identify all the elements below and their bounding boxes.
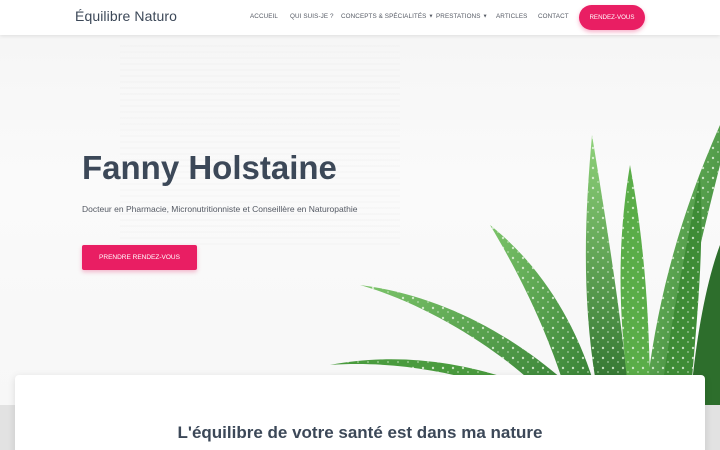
nav-item-qui-suis-je[interactable]: Qui suis-je ? <box>290 13 334 20</box>
hero-title: Fanny Holstaine <box>82 149 337 186</box>
caret-down-icon: ▼ <box>428 13 434 20</box>
prendre-rendez-vous-button[interactable]: Prendre rendez-vous <box>82 245 197 270</box>
nav-item-articles[interactable]: Articles <box>496 13 527 20</box>
nav-item-label: Accueil <box>250 13 278 20</box>
hero-section: Fanny Holstaine Docteur en Pharmacie, Mi… <box>0 35 720 405</box>
nav-item-concepts-specialites[interactable]: Concepts & Spécialités ▼ <box>341 13 434 20</box>
nav-item-label: Articles <box>496 13 528 20</box>
site-header: Équilibre Naturo Accueil Qui suis-je ? C… <box>0 0 720 35</box>
nav-item-label: Contact <box>538 13 569 20</box>
nav-item-label: Qui suis-je ? <box>290 13 334 20</box>
nav-item-prestations[interactable]: Prestations ▼ <box>436 13 488 20</box>
nav-item-label: Prestations <box>436 13 481 20</box>
rendez-vous-button[interactable]: Rendez-vous <box>579 5 645 30</box>
hero-subtitle: Docteur en Pharmacie, Micronutritionnist… <box>82 204 358 214</box>
nav-item-accueil[interactable]: Accueil <box>250 13 278 20</box>
caret-down-icon: ▼ <box>482 13 488 20</box>
nav-item-label: Concepts & Spécialités <box>341 13 427 20</box>
aloe-plant-image <box>330 125 720 405</box>
nav-item-contact[interactable]: Contact <box>538 13 569 20</box>
section-title: L'équilibre de votre santé est dans ma n… <box>177 423 543 442</box>
intro-card: L'équilibre de votre santé est dans ma n… <box>15 375 705 450</box>
